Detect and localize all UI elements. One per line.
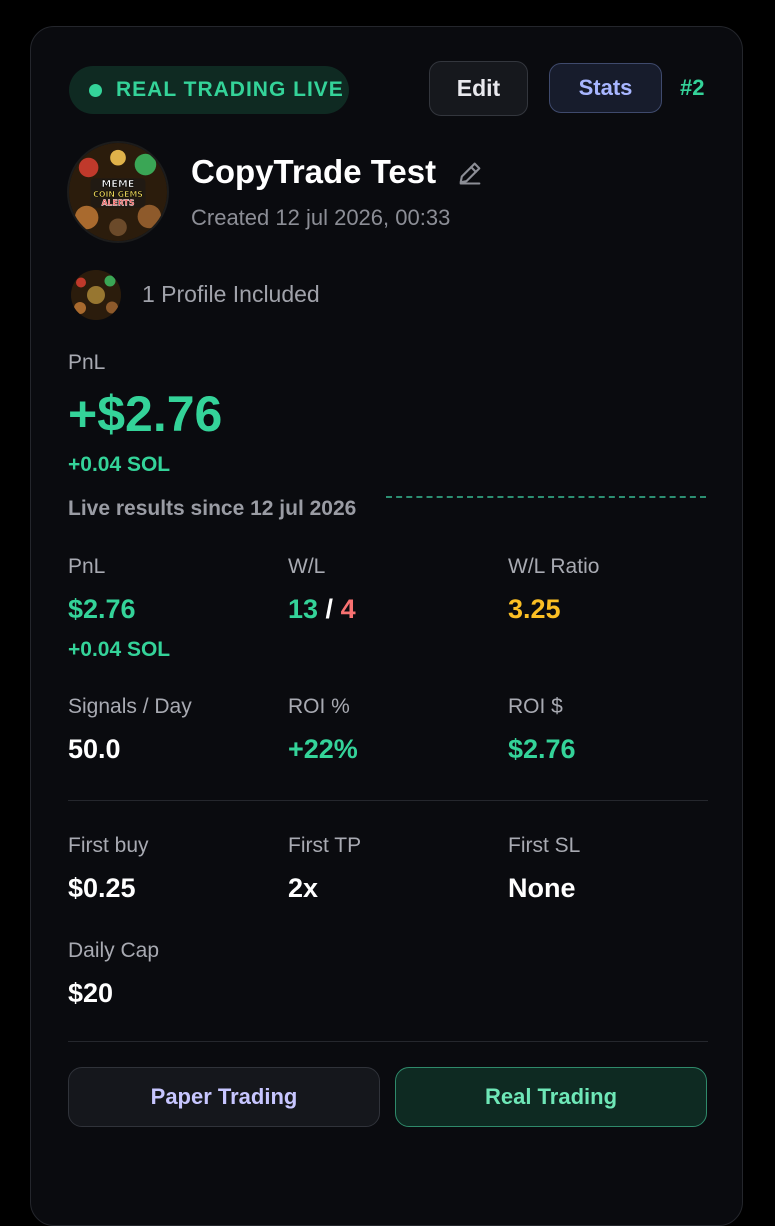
stat-roi-usd-value: $2.76: [508, 734, 576, 764]
copytrade-card: REAL TRADING LIVE Edit Stats #2 MEME COI…: [30, 26, 743, 1226]
avatar-text-3: ALERTS: [101, 199, 134, 208]
profiles-included: 1 Profile Included: [142, 281, 320, 307]
setting-daily-cap-label: Daily Cap: [68, 939, 160, 962]
live-since: Live results since 12 jul 2026: [68, 497, 357, 520]
setting-first-sl-value: None: [508, 873, 576, 903]
stat-roi-pct-label: ROI %: [288, 695, 350, 718]
stats-button[interactable]: Stats: [549, 63, 662, 113]
profile-avatar: MEME COIN GEMS ALERTS: [69, 143, 167, 241]
pnl-summary-label: PnL: [68, 351, 106, 374]
footer-divider: [68, 1041, 708, 1042]
stat-losses: 4: [340, 594, 356, 624]
since-divider: [386, 496, 706, 498]
setting-first-tp-value: 2x: [288, 873, 319, 903]
pnl-summary-sol: +0.04 SOL: [68, 453, 171, 476]
stat-wl-separator: /: [318, 594, 341, 624]
pencil-icon[interactable]: [456, 159, 484, 187]
live-dot-icon: [89, 83, 102, 97]
stat-signals-value: 50.0: [68, 734, 121, 764]
stat-wl-label: W/L: [288, 555, 326, 578]
status-badge: REAL TRADING LIVE: [69, 66, 349, 114]
stat-pnl-label: PnL: [68, 555, 106, 578]
stat-roi-pct-value: +22%: [288, 734, 358, 764]
stat-wl-ratio-value: 3.25: [508, 594, 561, 624]
avatar-text-1: MEME: [102, 179, 135, 190]
paper-trading-button[interactable]: Paper Trading: [68, 1067, 380, 1127]
created-timestamp: Created 12 jul 2026, 00:33: [191, 205, 451, 230]
pnl-summary-usd: +$2.76: [68, 386, 223, 442]
setting-first-buy-value: $0.25: [68, 873, 136, 903]
stat-signals-label: Signals / Day: [68, 695, 192, 718]
stat-pnl-value: $2.76: [68, 594, 136, 624]
section-divider: [68, 800, 708, 801]
avatar-text-2: COIN GEMS: [93, 190, 143, 199]
stat-wl-value: 13 / 4: [288, 594, 356, 625]
setting-first-sl-label: First SL: [508, 834, 581, 857]
setting-first-tp-label: First TP: [288, 834, 362, 857]
real-trading-button[interactable]: Real Trading: [395, 1067, 707, 1127]
included-profile-avatar: [71, 270, 121, 320]
stat-wl-ratio-label: W/L Ratio: [508, 555, 600, 578]
setting-daily-cap-value: $20: [68, 978, 114, 1008]
rank-badge: #2: [680, 75, 705, 100]
edit-button[interactable]: Edit: [429, 61, 528, 116]
page-title: CopyTrade Test: [191, 153, 437, 190]
status-label: REAL TRADING LIVE: [116, 78, 344, 101]
stat-wins: 13: [288, 594, 319, 624]
stat-roi-usd-label: ROI $: [508, 695, 563, 718]
setting-first-buy-label: First buy: [68, 834, 149, 857]
stat-pnl-sol: +0.04 SOL: [68, 638, 171, 661]
